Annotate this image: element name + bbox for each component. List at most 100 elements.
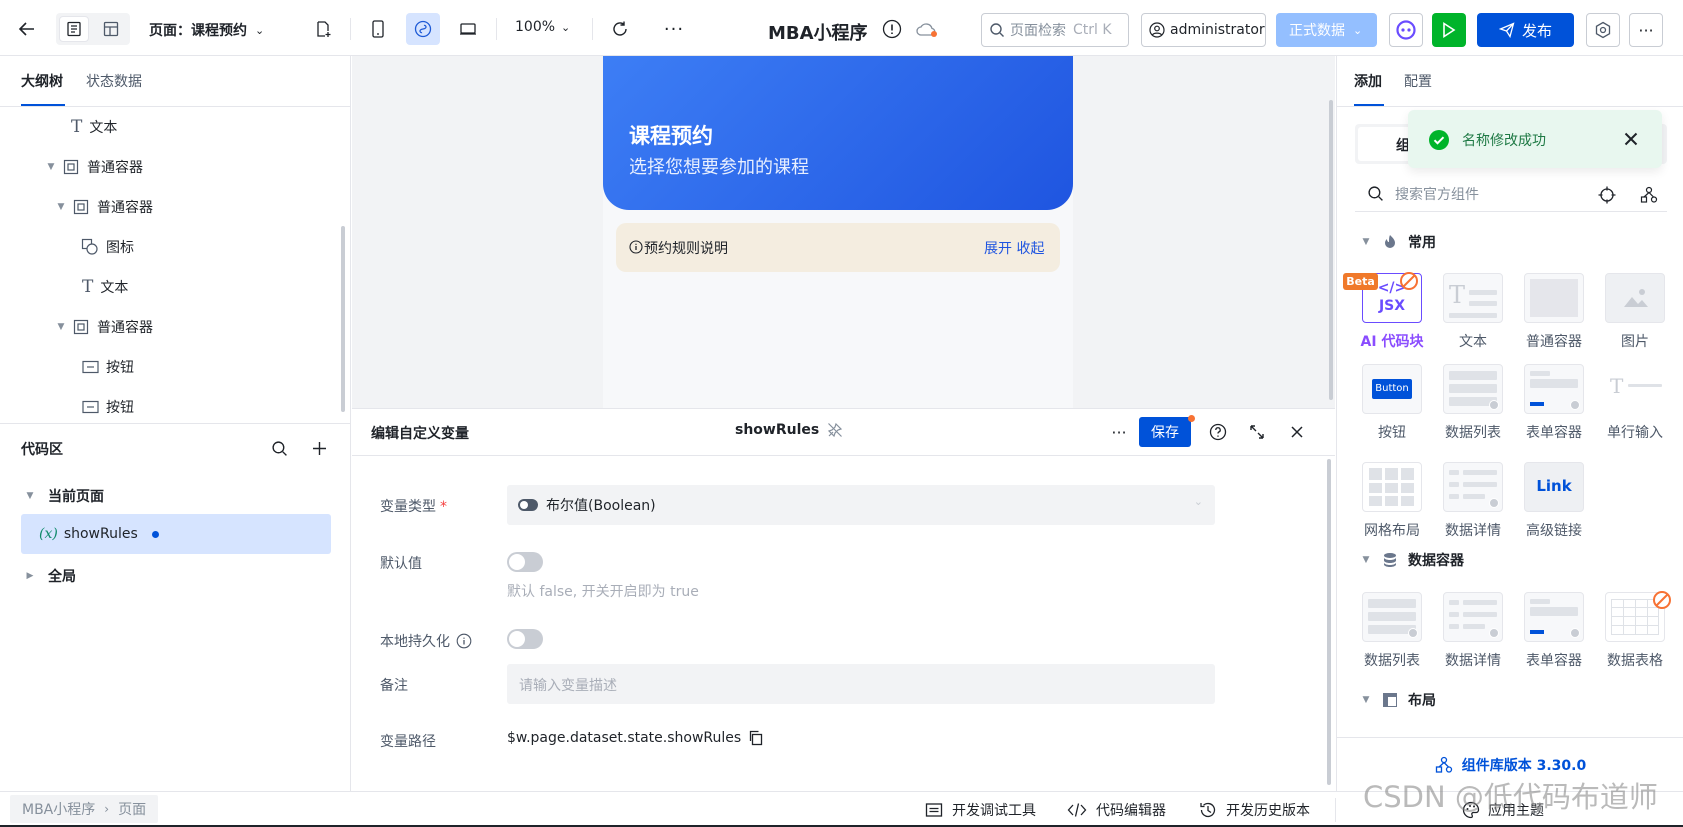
component-data-list[interactable]: 数据列表 xyxy=(1358,592,1426,670)
close-icon[interactable] xyxy=(1620,128,1642,150)
ai-assistant-icon[interactable] xyxy=(1389,13,1423,47)
debug-tools-button[interactable]: 开发调试工具 xyxy=(925,800,1036,820)
info-icon[interactable] xyxy=(456,633,472,649)
more-menu-icon[interactable]: ··· xyxy=(1629,13,1663,47)
page-search[interactable]: 页面检索 Ctrl K xyxy=(981,13,1129,47)
tree-node-button[interactable]: 按钮 xyxy=(0,387,340,427)
breadcrumb-app[interactable]: MBA小程序 xyxy=(22,799,95,819)
section-common[interactable]: ▼ 常用 xyxy=(1360,232,1436,252)
canvas-scrollbar[interactable] xyxy=(1329,100,1333,400)
breadcrumb-page[interactable]: 页面 xyxy=(118,799,146,819)
component-label: 按钮 xyxy=(1378,425,1406,441)
debug-tools-label: 开发调试工具 xyxy=(952,803,1036,819)
container-icon xyxy=(73,199,89,215)
tree-node-icon[interactable]: 图标 xyxy=(0,227,340,267)
flame-icon xyxy=(1385,235,1395,248)
component-data-detail[interactable]: 数据详情 xyxy=(1439,462,1507,540)
more-icon[interactable]: ··· xyxy=(660,16,688,42)
publish-button[interactable]: 发布 xyxy=(1477,13,1574,47)
page-header-banner[interactable]: 课程预约 选择您想要参加的课程 xyxy=(603,56,1073,210)
data-env-select[interactable]: 正式数据 ⌄ xyxy=(1276,13,1377,47)
layout-icon[interactable] xyxy=(96,16,126,42)
tree-node-text[interactable]: T 文本 xyxy=(0,267,340,307)
component-label: AI 代码块 xyxy=(1360,334,1424,350)
unpin-icon[interactable] xyxy=(827,422,843,438)
tab-state-data[interactable]: 状态数据 xyxy=(86,71,142,91)
text-component-icon: T xyxy=(1443,273,1503,323)
variable-item-selected[interactable]: (x) showRules xyxy=(21,514,331,554)
component-single-input[interactable]: T 单行输入 xyxy=(1601,364,1669,442)
info-icon[interactable] xyxy=(881,18,903,40)
tree-node-button[interactable]: 按钮 xyxy=(0,347,340,387)
component-grid-layout[interactable]: 网格布局 xyxy=(1358,462,1426,540)
history-button[interactable]: 开发历史版本 xyxy=(1199,800,1310,820)
tab-outline[interactable]: 大纲树 xyxy=(21,71,63,91)
section-data-container[interactable]: ▼ 数据容器 xyxy=(1360,550,1464,570)
expand-collapse-link[interactable]: 展开 收起 xyxy=(984,238,1044,258)
caret-down-icon[interactable]: ▼ xyxy=(55,202,67,212)
default-value-switch[interactable] xyxy=(507,552,543,572)
component-container[interactable]: 普通容器 xyxy=(1520,273,1588,351)
copy-icon[interactable] xyxy=(748,730,764,746)
caret-down-icon[interactable]: ▼ xyxy=(55,322,67,332)
button-component-icon: Button xyxy=(1362,364,1422,414)
note-input[interactable]: 请输入变量描述 xyxy=(507,664,1215,704)
save-button[interactable]: 保存 xyxy=(1139,417,1191,447)
code-icon xyxy=(1067,803,1087,817)
path-value: $w.page.dataset.state.showRules xyxy=(507,730,742,746)
rules-bar[interactable]: 预约规则说明 展开 收起 xyxy=(616,223,1060,272)
editor-scrollbar[interactable] xyxy=(1327,459,1331,785)
locate-icon[interactable] xyxy=(1596,184,1618,206)
page-list-icon[interactable] xyxy=(59,16,89,42)
outline-scrollbar[interactable] xyxy=(341,226,345,412)
settings-hex-icon[interactable] xyxy=(1586,13,1620,47)
rules-label: 预约规则说明 xyxy=(644,241,728,257)
refresh-icon[interactable] xyxy=(606,16,634,42)
add-icon[interactable] xyxy=(308,437,330,459)
page-selector[interactable]: 页面：课程预约 ⌄ xyxy=(149,19,264,41)
close-icon[interactable] xyxy=(1286,421,1308,443)
component-data-list[interactable]: 数据列表 xyxy=(1439,364,1507,442)
tree-node-container[interactable]: ▼ 普通容器 xyxy=(0,307,340,347)
component-form-container[interactable]: 表单容器 xyxy=(1520,592,1588,670)
section-layout[interactable]: ▼ 布局 xyxy=(1360,690,1436,710)
desktop-view-icon[interactable] xyxy=(454,16,482,42)
component-label: 数据列表 xyxy=(1445,425,1501,441)
code-editor-button[interactable]: 代码编辑器 xyxy=(1067,800,1166,820)
current-page-group[interactable]: ▼ 当前页面 xyxy=(24,486,104,506)
component-search[interactable]: 搜索官方组件 xyxy=(1355,176,1667,212)
search-icon[interactable] xyxy=(268,437,290,459)
tab-config[interactable]: 配置 xyxy=(1404,71,1432,91)
more-icon[interactable]: ··· xyxy=(1106,419,1132,445)
help-icon[interactable] xyxy=(1207,421,1229,443)
miniprogram-view-icon[interactable] xyxy=(406,13,440,45)
component-button[interactable]: Button 按钮 xyxy=(1358,364,1426,442)
component-tree-icon[interactable] xyxy=(1638,184,1660,206)
global-group[interactable]: ▶ 全局 xyxy=(24,566,76,586)
back-arrow-icon[interactable] xyxy=(14,16,40,42)
user-button[interactable]: administrator xyxy=(1141,13,1266,47)
persist-switch[interactable] xyxy=(507,629,543,649)
preview-run-button[interactable] xyxy=(1432,13,1466,47)
tab-add[interactable]: 添加 xyxy=(1354,71,1382,91)
tree-node-label: 文本 xyxy=(89,120,118,136)
component-data-detail[interactable]: 数据详情 xyxy=(1439,592,1507,670)
cloud-status-icon[interactable] xyxy=(914,18,940,40)
add-page-icon[interactable] xyxy=(309,16,337,42)
zoom-selector[interactable]: 100% ⌄ xyxy=(515,19,570,35)
component-form-container[interactable]: 表单容器 xyxy=(1520,364,1588,442)
component-text[interactable]: T 文本 xyxy=(1439,273,1507,351)
type-select[interactable]: 布尔值(Boolean) ⌄ xyxy=(507,485,1215,525)
tree-node-text[interactable]: T 文本 xyxy=(0,107,340,147)
caret-down-icon[interactable]: ▼ xyxy=(45,162,57,172)
layout-section-icon xyxy=(1383,693,1397,707)
editor-var-name: showRules xyxy=(735,422,843,438)
data-env-label: 正式数据 xyxy=(1289,23,1345,39)
component-advanced-link[interactable]: Link 高级链接 xyxy=(1520,462,1588,540)
mobile-view-icon[interactable] xyxy=(364,16,392,42)
design-canvas: 课程预约 选择您想要参加的课程 预约规则说明 展开 收起 xyxy=(352,56,1335,408)
component-image[interactable]: 图片 xyxy=(1601,273,1669,351)
expand-icon[interactable] xyxy=(1246,421,1268,443)
tree-node-container[interactable]: ▼ 普通容器 xyxy=(0,187,340,227)
tree-node-container[interactable]: ▼ 普通容器 xyxy=(0,147,340,187)
